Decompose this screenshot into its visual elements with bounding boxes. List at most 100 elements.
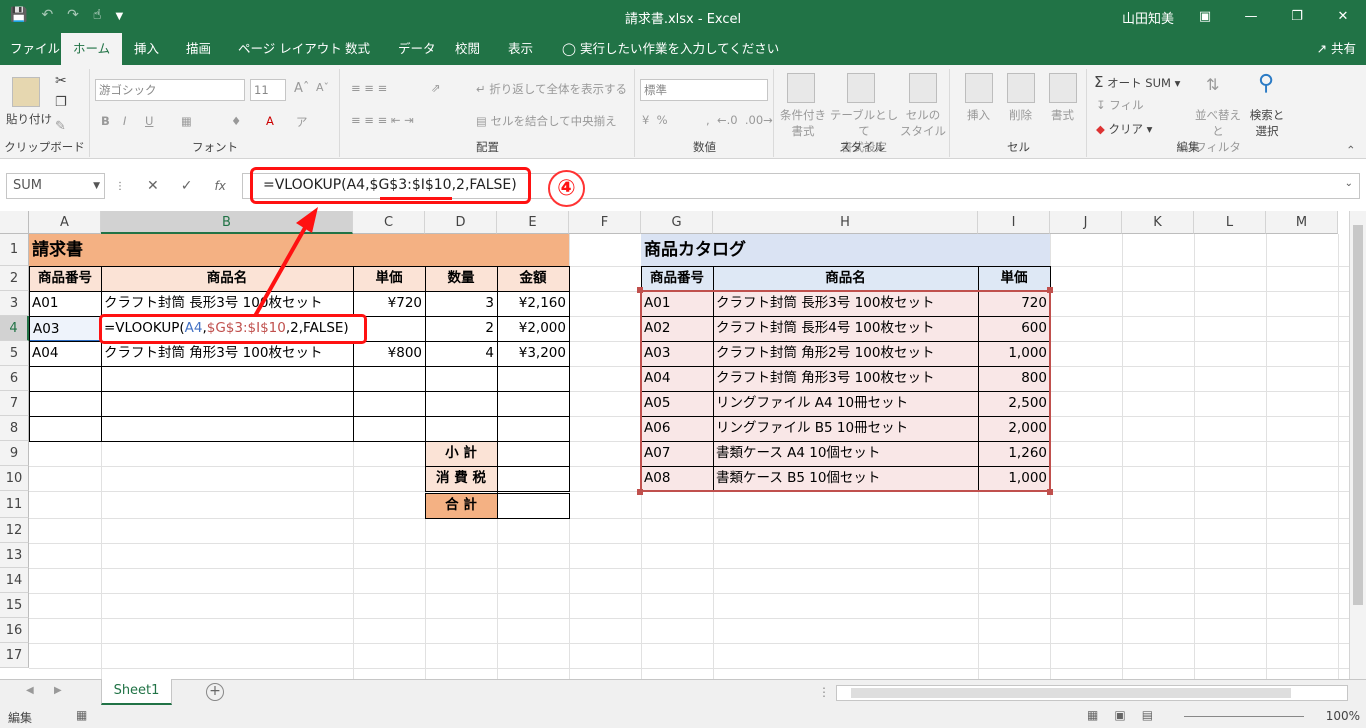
- restore-icon[interactable]: ❐: [1274, 0, 1320, 33]
- row-header[interactable]: 5: [0, 341, 29, 366]
- fill-color-icon[interactable]: ♦: [231, 114, 241, 128]
- paste-button[interactable]: 貼り付け: [6, 111, 52, 127]
- row-header[interactable]: 3: [0, 291, 29, 316]
- column-header[interactable]: D: [425, 211, 497, 234]
- tab-insert[interactable]: 挿入: [134, 33, 159, 65]
- expand-formula-icon[interactable]: ⌄: [1345, 178, 1353, 189]
- search-icon[interactable]: ⚲: [1258, 71, 1274, 96]
- bold-icon[interactable]: B: [101, 114, 110, 128]
- delete-cells-icon[interactable]: [1007, 73, 1035, 103]
- row-header[interactable]: 2: [0, 266, 29, 291]
- column-header[interactable]: H: [713, 211, 978, 234]
- referenced-range-highlight[interactable]: [640, 290, 1051, 492]
- copy-icon[interactable]: ❐: [55, 95, 67, 110]
- tab-data[interactable]: データ: [398, 33, 436, 65]
- format-as-table-icon[interactable]: [847, 73, 875, 103]
- close-icon[interactable]: ✕: [1320, 0, 1366, 33]
- page-break-view-icon[interactable]: ▤: [1142, 708, 1153, 722]
- row-header[interactable]: 9: [0, 441, 29, 466]
- name-box-dropdown-icon[interactable]: ▼: [93, 174, 100, 198]
- conditional-format-button[interactable]: 条件付き 書式: [779, 107, 827, 139]
- font-color-icon[interactable]: A: [266, 114, 274, 128]
- row-header[interactable]: 16: [0, 618, 29, 643]
- format-painter-icon[interactable]: ✎: [55, 119, 66, 134]
- merge-center-button[interactable]: ▤ セルを結合して中央揃え: [476, 113, 617, 129]
- row-header[interactable]: 8: [0, 416, 29, 441]
- comma-icon[interactable]: , ←.0 .00→: [706, 113, 773, 127]
- insert-cells-icon[interactable]: [965, 73, 993, 103]
- cancel-icon[interactable]: ✕: [147, 178, 159, 194]
- tab-formulas[interactable]: 数式: [345, 33, 370, 65]
- tab-view[interactable]: 表示: [508, 33, 533, 65]
- sort-filter-icon[interactable]: ⇅: [1206, 75, 1219, 94]
- shrink-font-icon[interactable]: Aˇ: [316, 81, 329, 94]
- column-header[interactable]: I: [978, 211, 1050, 234]
- border-icon[interactable]: ▦: [181, 114, 192, 128]
- select-all-corner[interactable]: [0, 211, 29, 234]
- autosum-button[interactable]: Σ オート SUM ▾: [1094, 73, 1180, 91]
- horizontal-scrollbar[interactable]: [836, 685, 1348, 701]
- catalog-title[interactable]: 商品カタログ: [641, 234, 1050, 266]
- page-layout-view-icon[interactable]: ▣: [1114, 708, 1125, 722]
- row-header[interactable]: 7: [0, 391, 29, 416]
- minimize-icon[interactable]: —: [1228, 0, 1274, 33]
- column-header[interactable]: F: [569, 211, 641, 234]
- insert-cells-button[interactable]: 挿入: [967, 107, 990, 123]
- tab-split-icon[interactable]: ⋮: [818, 685, 830, 699]
- sheet-tab[interactable]: Sheet1: [101, 679, 172, 705]
- row-header[interactable]: 12: [0, 518, 29, 543]
- zoom-slider[interactable]: [1184, 716, 1304, 717]
- zoom-level[interactable]: 100%: [1326, 709, 1360, 723]
- row-header[interactable]: 14: [0, 568, 29, 593]
- column-header[interactable]: J: [1050, 211, 1122, 234]
- tell-me-box[interactable]: ◯ 実行したい作業を入力してください: [562, 33, 779, 65]
- enter-icon[interactable]: ✓: [181, 178, 193, 194]
- horizontal-scroll-thumb[interactable]: [851, 688, 1291, 698]
- cell-styles-button[interactable]: セルの スタイル: [899, 107, 947, 139]
- row-header[interactable]: 17: [0, 643, 29, 668]
- normal-view-icon[interactable]: ▦: [1087, 708, 1098, 722]
- clear-button[interactable]: ◆ クリア ▾: [1096, 121, 1152, 137]
- column-header[interactable]: C: [353, 211, 425, 234]
- tab-review[interactable]: 校閲: [455, 33, 480, 65]
- scroll-sheets-right-icon[interactable]: ▶: [54, 685, 62, 696]
- italic-icon[interactable]: I: [123, 114, 126, 128]
- column-header[interactable]: B: [101, 211, 353, 234]
- row-header[interactable]: 13: [0, 543, 29, 568]
- active-cell-formula[interactable]: =VLOOKUP(A4,$G$3:$I$10,2,FALSE): [101, 316, 365, 341]
- cell-styles-icon[interactable]: [909, 73, 937, 103]
- tab-home[interactable]: ホーム: [61, 33, 123, 65]
- column-header[interactable]: E: [497, 211, 569, 234]
- collapse-ribbon-icon[interactable]: ⌃: [1346, 143, 1356, 157]
- conditional-format-icon[interactable]: [787, 73, 815, 103]
- vertical-scroll-thumb[interactable]: [1353, 225, 1363, 605]
- phonetic-icon[interactable]: ア: [296, 114, 308, 130]
- range-handle[interactable]: [1047, 287, 1053, 293]
- column-header[interactable]: K: [1122, 211, 1194, 234]
- font-size-combo[interactable]: 11: [250, 79, 286, 101]
- row-header[interactable]: 15: [0, 593, 29, 618]
- range-handle[interactable]: [1047, 489, 1053, 495]
- user-name[interactable]: 山田知美: [1122, 8, 1174, 27]
- cut-icon[interactable]: ✂: [55, 73, 67, 89]
- format-cells-button[interactable]: 書式: [1051, 107, 1074, 123]
- column-header[interactable]: L: [1194, 211, 1266, 234]
- macro-record-icon[interactable]: ▦: [76, 708, 87, 722]
- add-sheet-icon[interactable]: +: [206, 683, 224, 701]
- range-handle[interactable]: [637, 489, 643, 495]
- range-handle[interactable]: [637, 287, 643, 293]
- wrap-text-button[interactable]: ↵ 折り返して全体を表示する: [476, 81, 627, 97]
- name-box[interactable]: SUM ▼: [6, 173, 105, 199]
- currency-icon[interactable]: ¥ %: [642, 113, 668, 127]
- fill-button[interactable]: ↧ フィル: [1096, 97, 1144, 113]
- invoice-title[interactable]: 請求書: [29, 234, 569, 266]
- share-button[interactable]: ↗ 共有: [1317, 33, 1356, 65]
- tab-draw[interactable]: 描画: [186, 33, 211, 65]
- vertical-scrollbar[interactable]: [1349, 211, 1366, 679]
- top-align-icon[interactable]: ≡ ≡ ≡: [351, 81, 387, 95]
- row-header[interactable]: 11: [0, 491, 29, 518]
- delete-cells-button[interactable]: 削除: [1009, 107, 1032, 123]
- tab-file[interactable]: ファイル: [10, 33, 60, 65]
- column-header[interactable]: M: [1266, 211, 1338, 234]
- tab-page-layout[interactable]: ページ レイアウト: [238, 33, 342, 65]
